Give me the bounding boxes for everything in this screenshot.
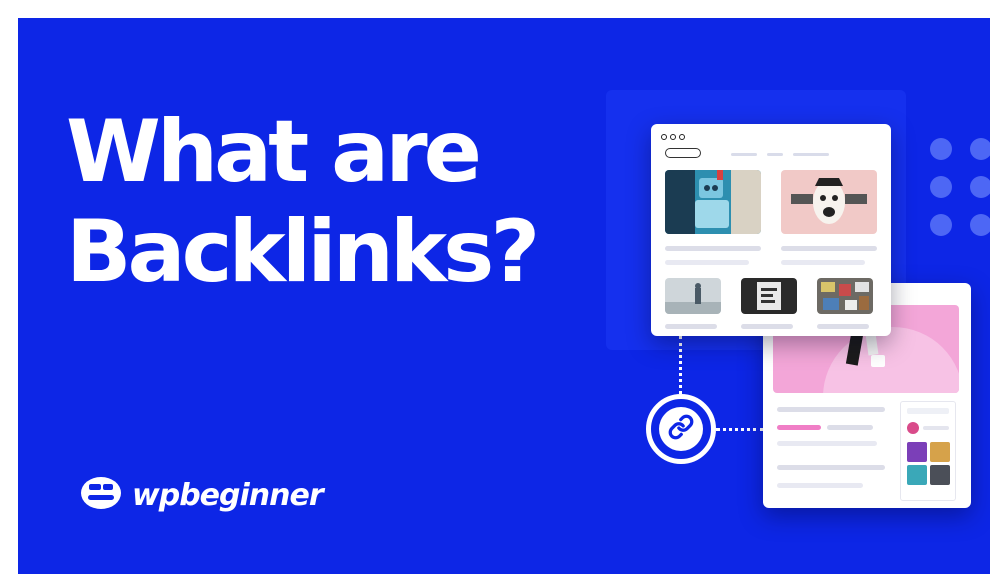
brand-name: wpbeginner [132,477,324,513]
sidebar-widget [900,401,956,501]
text-placeholder [741,324,793,329]
wpbeginner-logo-icon [80,476,122,514]
text-placeholder [777,441,877,446]
sticker-wall-image [817,278,873,314]
title-line-1: What are [66,102,482,202]
gallery-thumb [930,442,950,462]
title-line-2: Backlinks? [66,202,540,302]
nav-line [793,153,829,156]
website-mockup-card [651,124,891,336]
connector-line-horizontal [716,428,764,431]
page-title: What are Backlinks? [66,102,540,302]
brand-logo[interactable]: wpbeginner [80,476,324,514]
face-art-image [781,170,877,234]
text-placeholder [665,260,749,265]
highlighted-link-text[interactable] [777,425,821,430]
robot-art-image [665,170,761,234]
address-bar [665,148,701,158]
street-scene-image [665,278,721,314]
link-badge [646,394,716,464]
text-placeholder [923,426,949,430]
hero-banner: What are Backlinks? wpbeginner [18,18,990,574]
text-placeholder [665,324,717,329]
text-placeholder [777,465,885,470]
nav-line [731,153,757,156]
text-placeholder [665,246,761,251]
gallery-thumb [907,442,927,462]
text-placeholder [827,425,873,430]
decorative-dots [930,138,990,236]
graffiti-wall-image [741,278,797,314]
text-placeholder [781,246,877,251]
nav-line [767,153,783,156]
text-placeholder [817,324,869,329]
text-placeholder [777,483,863,488]
text-placeholder [781,260,865,265]
gallery-thumb [907,465,927,485]
avatar [907,422,919,434]
link-icon [668,414,694,444]
connector-line-vertical [679,336,682,394]
gallery-thumb [930,465,950,485]
text-placeholder [777,407,885,412]
window-dots-icon [661,134,685,140]
sidebar-search [907,408,949,414]
